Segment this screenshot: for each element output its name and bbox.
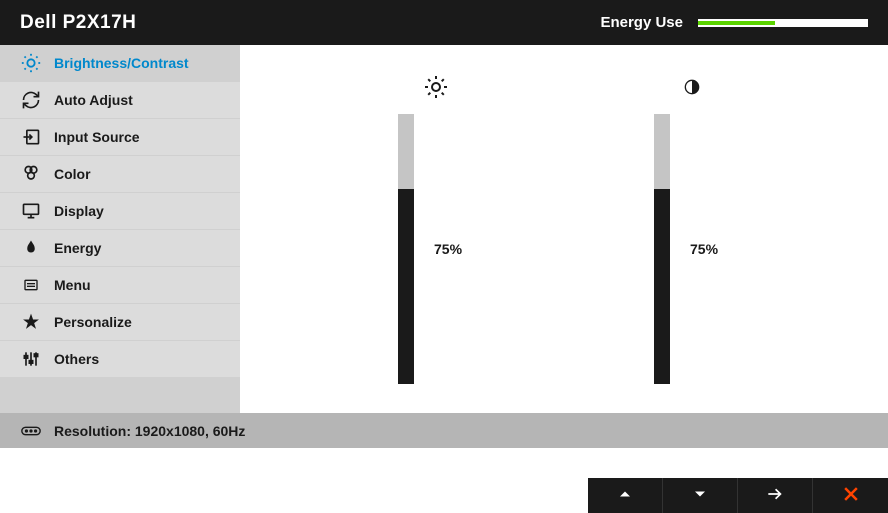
input-icon — [20, 126, 42, 148]
nav-down-button[interactable] — [663, 478, 738, 513]
menu-label: Personalize — [54, 314, 132, 330]
osd-main: Brightness/Contrast Auto Adjust Input So… — [0, 45, 888, 413]
nav-buttons — [588, 478, 888, 513]
nav-enter-button[interactable] — [738, 478, 813, 513]
chevron-up-icon — [615, 484, 635, 507]
menu-item-auto-adjust[interactable]: Auto Adjust — [0, 82, 240, 119]
energy-section: Energy Use — [600, 14, 868, 31]
energy-empty — [775, 21, 869, 25]
menu-item-input-source[interactable]: Input Source — [0, 119, 240, 156]
chevron-down-icon — [690, 484, 710, 507]
menu-label: Display — [54, 203, 104, 219]
brightness-icon — [20, 52, 42, 74]
star-icon — [20, 311, 42, 333]
energy-fill — [698, 21, 775, 25]
energy-label: Energy Use — [600, 14, 683, 31]
brightness-slider-group: 75% — [398, 75, 474, 384]
osd-footer: Resolution: 1920x1080, 60Hz — [0, 413, 888, 448]
contrast-fill — [654, 189, 670, 383]
brightness-slider[interactable] — [398, 114, 414, 384]
energy-meter — [698, 19, 868, 27]
brightness-value: 75% — [434, 241, 474, 257]
resolution-text: Resolution: 1920x1080, 60Hz — [54, 423, 245, 439]
nav-up-button[interactable] — [588, 478, 663, 513]
leaf-icon — [20, 237, 42, 259]
content-panel: 75% 75% — [240, 45, 888, 413]
contrast-slider[interactable] — [654, 114, 670, 384]
menu-sidebar: Brightness/Contrast Auto Adjust Input So… — [0, 45, 240, 413]
menu-item-brightness-contrast[interactable]: Brightness/Contrast — [0, 45, 240, 82]
osd-header: Dell P2X17H Energy Use — [0, 0, 888, 45]
menu-label: Input Source — [54, 129, 140, 145]
monitor-title: Dell P2X17H — [20, 12, 136, 34]
palette-icon — [20, 163, 42, 185]
menu-label: Auto Adjust — [54, 92, 133, 108]
brightness-slider-row: 75% — [398, 114, 474, 384]
arrow-right-icon — [765, 484, 785, 507]
menu-item-color[interactable]: Color — [0, 156, 240, 193]
contrast-slider-row: 75% — [654, 114, 730, 384]
contrast-slider-group: 75% — [654, 75, 730, 384]
menu-label: Others — [54, 351, 99, 367]
menu-item-others[interactable]: Others — [0, 341, 240, 378]
menu-item-energy[interactable]: Energy — [0, 230, 240, 267]
sidebar-spacer — [0, 378, 240, 413]
nav-close-button[interactable] — [813, 478, 888, 513]
connector-icon — [20, 425, 42, 437]
sliders-icon — [20, 348, 42, 370]
contrast-icon — [680, 75, 704, 99]
menu-label: Brightness/Contrast — [54, 55, 189, 71]
menu-label: Menu — [54, 277, 91, 293]
monitor-icon — [20, 200, 42, 222]
menu-item-personalize[interactable]: Personalize — [0, 304, 240, 341]
menu-label: Color — [54, 166, 91, 182]
sync-icon — [20, 89, 42, 111]
contrast-value: 75% — [690, 241, 730, 257]
menu-item-display[interactable]: Display — [0, 193, 240, 230]
menu-box-icon — [20, 274, 42, 296]
close-icon — [841, 484, 861, 507]
sun-icon — [424, 75, 448, 99]
brightness-fill — [398, 189, 414, 383]
menu-label: Energy — [54, 240, 101, 256]
menu-item-menu[interactable]: Menu — [0, 267, 240, 304]
